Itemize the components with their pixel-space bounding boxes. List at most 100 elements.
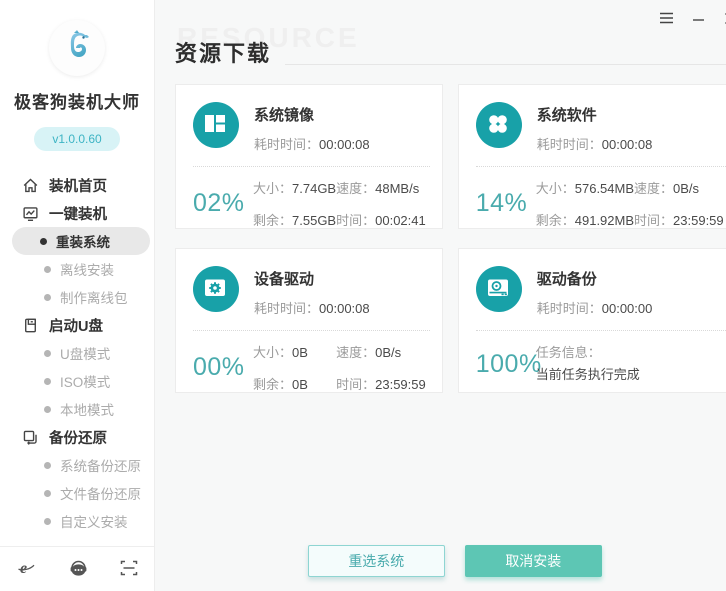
bullet-icon [44,266,51,273]
elapsed-value: 00:00:00 [602,301,653,316]
elapsed-value: 00:00:08 [319,301,370,316]
sidebar-item-local-mode[interactable]: 本地模式 [0,395,154,423]
minimize-icon[interactable] [691,10,707,26]
main-panel: RESOURCE 资源下载 系统镜像 耗时时间：00:00:08 0 [155,0,726,591]
reselect-system-button[interactable]: 重选系统 [308,545,445,577]
svg-text:e: e [20,560,27,577]
dog-logo-icon [55,26,99,70]
driver-backup-icon [476,266,522,312]
stat-value: 491.92MB [575,213,634,228]
sidebar-item-make-offline-pack[interactable]: 制作离线包 [0,283,154,311]
sidebar-item-label: 备份还原 [49,427,107,448]
progress-percent: 00% [193,353,253,382]
scan-icon[interactable] [120,559,138,577]
bullet-icon [44,518,51,525]
card-title: 系统镜像 [254,104,370,125]
stat-value: 0B/s [673,181,699,196]
sidebar-item-usb-mode[interactable]: U盘模式 [0,339,154,367]
browser-icon[interactable]: e [16,558,36,578]
sidebar-item-label: 重装系统 [56,231,110,251]
stat-value: 576.54MB [575,181,634,196]
bullet-icon [44,406,51,413]
sidebar-item-onekey-install[interactable]: 一键装机 [0,199,154,227]
stat-label: 大小： [253,181,292,196]
stat-value: 7.55GB [292,213,336,228]
app-name: 极客狗装机大师 [14,88,140,113]
elapsed-label: 耗时时间： [537,137,602,152]
system-image-icon [193,102,239,148]
stat-value: 0B [292,345,308,360]
device-driver-icon [193,266,239,312]
stat-label: 时间： [336,213,375,228]
action-buttons: 重选系统 取消安装 [155,545,726,577]
sidebar-item-offline-install[interactable]: 离线安装 [0,255,154,283]
bullet-icon [44,350,51,357]
card-divider [193,166,430,167]
stat-value: 00:02:41 [375,213,426,228]
stat-label: 大小： [253,345,292,360]
stat-label: 速度： [634,181,673,196]
title-divider [285,64,726,65]
sidebar-item-file-backup-restore[interactable]: 文件备份还原 [0,479,154,507]
sidebar-item-label: 一键装机 [49,203,107,224]
stat-value: 48MB/s [375,181,419,196]
monitor-chart-icon [22,205,39,222]
elapsed-value: 00:00:08 [319,137,370,152]
stat-label: 剩余： [536,213,575,228]
sidebar-item-label: 启动U盘 [49,315,103,336]
sidebar-item-backup-restore[interactable]: 备份还原 [0,423,154,451]
system-software-icon [476,102,522,148]
progress-percent: 02% [193,189,253,218]
page-title: 资源下载 [175,36,271,68]
elapsed-label: 耗时时间： [537,301,602,316]
stat-value: 23:59:59 [673,213,724,228]
elapsed-label: 耗时时间： [254,137,319,152]
page-header: RESOURCE 资源下载 [175,34,726,68]
card-system-image: 系统镜像 耗时时间：00:00:08 02% 大小：7.74GB 速度：48MB… [175,84,443,229]
bullet-icon [44,462,51,469]
sidebar-item-label: 自定义安装 [60,511,128,531]
close-icon[interactable] [723,10,726,26]
stat-label: 时间： [336,377,375,392]
card-title: 系统软件 [537,104,653,125]
backup-restore-icon [22,429,39,446]
task-info-value: 当前任务执行完成 [536,364,640,386]
stat-value: 0B [292,377,308,392]
window-controls [659,10,726,26]
sidebar-item-label: 系统备份还原 [60,455,141,475]
elapsed-value: 00:00:08 [602,137,653,152]
sidebar-item-label: 本地模式 [60,399,114,419]
stat-label: 剩余： [253,213,292,228]
stat-value: 7.74GB [292,181,336,196]
stat-label: 时间： [634,213,673,228]
card-divider [476,330,726,331]
sidebar-item-iso-mode[interactable]: ISO模式 [0,367,154,395]
sidebar-item-label: U盘模式 [60,343,110,363]
card-divider [476,166,726,167]
sidebar-item-reinstall-system[interactable]: 重装系统 [12,227,150,255]
sidebar-item-label: 制作离线包 [60,287,128,307]
sidebar-item-label: 文件备份还原 [60,483,141,503]
app-window: 极客狗装机大师 v1.0.0.60 装机首页 一键装机 重装系统 [0,0,726,591]
version-badge: v1.0.0.60 [34,127,119,151]
cancel-install-button[interactable]: 取消安装 [465,545,602,577]
card-device-driver: 设备驱动 耗时时间：00:00:08 00% 大小：0B 速度：0B/s 剩余：… [175,248,443,393]
download-cards: 系统镜像 耗时时间：00:00:08 02% 大小：7.74GB 速度：48MB… [175,84,726,393]
sidebar-item-system-backup-restore[interactable]: 系统备份还原 [0,451,154,479]
task-info-label: 任务信息： [536,342,640,364]
card-title: 驱动备份 [537,268,653,289]
stat-value: 0B/s [375,345,401,360]
support-headset-icon[interactable] [68,559,89,578]
stat-label: 速度： [336,345,375,360]
card-divider [193,330,430,331]
sidebar-item-home[interactable]: 装机首页 [0,171,154,199]
menu-icon[interactable] [659,10,675,26]
sidebar-item-boot-usb[interactable]: 启动U盘 [0,311,154,339]
elapsed-label: 耗时时间： [254,301,319,316]
card-driver-backup: 驱动备份 耗时时间：00:00:00 100% 任务信息： 当前任务执行完成 [458,248,726,393]
progress-percent: 14% [476,189,536,218]
app-logo [49,20,105,76]
progress-percent: 100% [476,350,536,379]
sidebar-item-custom-install[interactable]: 自定义安装 [0,507,154,535]
sidebar-footer: e [0,546,154,591]
